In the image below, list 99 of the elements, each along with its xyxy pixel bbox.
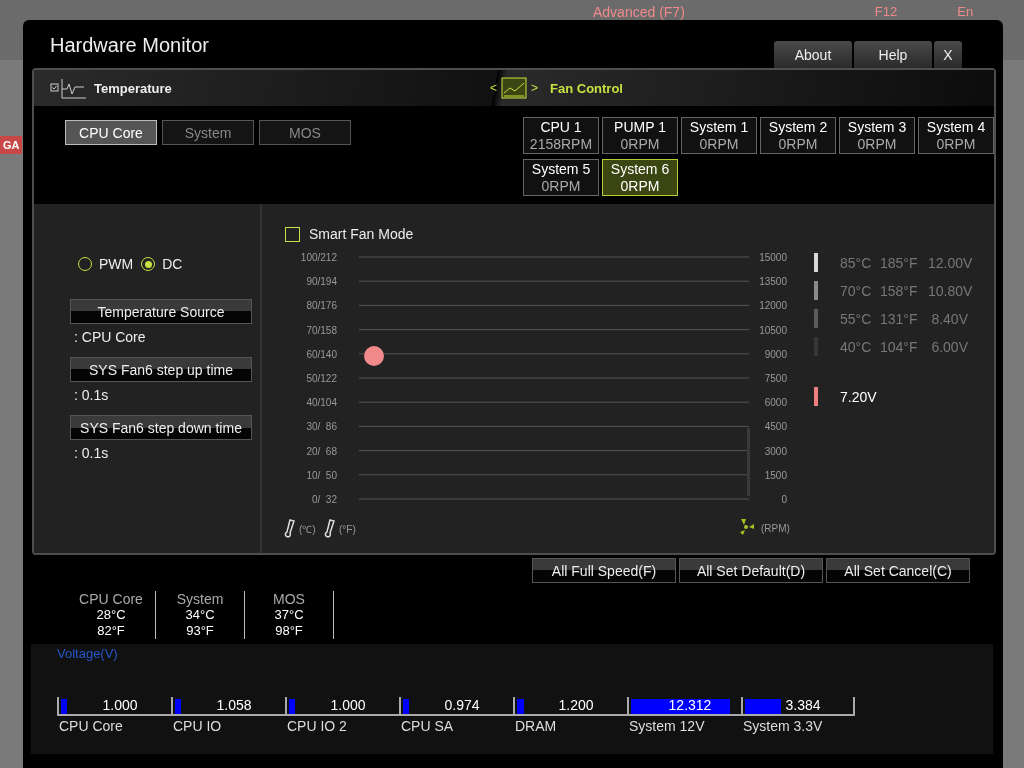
- setting-button[interactable]: Temperature Source: [70, 299, 252, 324]
- fan-curve-icon: [501, 77, 527, 99]
- temperature-tick: 80/176: [306, 300, 337, 312]
- side-tab[interactable]: GA: [0, 136, 22, 154]
- voltage-value: 1.000: [101, 697, 139, 713]
- previous-arrow[interactable]: <: [490, 81, 497, 95]
- temperature-graph-icon: [50, 77, 88, 99]
- voltage-value: 1.200: [557, 697, 595, 713]
- temperature-heading: Temperature: [94, 80, 172, 96]
- temperature-tick: 30/ 86: [306, 421, 337, 433]
- fan-button[interactable]: System 2 0RPM: [760, 117, 836, 154]
- rpm-unit: (RPM): [761, 523, 790, 534]
- setting-value: : 0.1s: [74, 445, 110, 462]
- fahrenheit-reading: 93°F: [186, 623, 214, 639]
- action-button[interactable]: All Full Speed(F): [532, 558, 676, 583]
- fan-button[interactable]: PUMP 1 0RPM: [602, 117, 678, 154]
- fan-button[interactable]: System 5 0RPM: [523, 159, 599, 196]
- rail-name: System 12V: [628, 718, 706, 734]
- window-tab[interactable]: X: [934, 41, 962, 68]
- voltage-value: 0.974: [443, 697, 481, 713]
- radio-label: PWM: [99, 256, 134, 272]
- fan-button[interactable]: System 4 0RPM: [918, 117, 994, 154]
- legend-fahrenheit: 185°F: [880, 254, 919, 271]
- celsius-reading: 28°C: [96, 607, 126, 623]
- rpm-tick: 6000: [764, 397, 787, 409]
- thermometer-icon: [284, 519, 295, 538]
- action-button[interactable]: All Set Default(D): [679, 558, 823, 583]
- rpm-tick: 0: [781, 494, 787, 505]
- rpm-tick: 4500: [764, 421, 787, 433]
- checkbox[interactable]: [285, 226, 300, 242]
- setting-button[interactable]: SYS Fan6 step down time: [70, 415, 252, 440]
- celsius-reading: 34°C: [185, 607, 215, 623]
- sensor-tab[interactable]: System: [162, 120, 254, 145]
- temperature-tick: 50/122: [306, 373, 337, 384]
- fan-icon: [740, 519, 754, 535]
- action-button[interactable]: All Set Cancel(C): [826, 558, 970, 583]
- sensor-name: System: [176, 591, 224, 607]
- legend-celsius: 70°C: [840, 282, 873, 299]
- celsius-unit: (℃): [299, 524, 316, 535]
- rpm-tick: 10500: [759, 324, 787, 336]
- setting-button[interactable]: SYS Fan6 step up time: [70, 357, 252, 382]
- rpm-tick: 1500: [764, 469, 787, 481]
- rail-name: CPU IO 2: [286, 718, 348, 734]
- temperature-tick: 20/ 68: [306, 445, 337, 457]
- temperature-tick: 10/ 50: [306, 469, 337, 481]
- fan-button[interactable]: System 1 0RPM: [681, 117, 757, 154]
- rail-name: CPU SA: [400, 718, 455, 734]
- fan-button[interactable]: System 3 0RPM: [839, 117, 915, 154]
- temperature-tick: 0/ 32: [311, 494, 337, 505]
- fan-control-heading: Fan Control: [550, 80, 623, 96]
- legend-celsius: 55°C: [840, 310, 873, 327]
- rpm-tick: 15000: [759, 252, 787, 263]
- radio-label: DC: [162, 256, 183, 272]
- window-tab[interactable]: Help: [854, 41, 932, 68]
- current-voltage: 7.20V: [840, 388, 877, 405]
- legend-fahrenheit: 131°F: [880, 310, 919, 327]
- voltage-value: 1.000: [329, 697, 367, 713]
- window-tab[interactable]: About: [774, 41, 852, 68]
- legend-celsius: 85°C: [840, 254, 873, 271]
- fahrenheit-reading: 82°F: [97, 623, 125, 639]
- celsius-reading: 37°C: [274, 607, 304, 623]
- voltage-value: 3.384: [784, 697, 822, 713]
- temperature-tick: 40/104: [306, 397, 337, 409]
- fan-button[interactable]: System 6 0RPM: [602, 159, 678, 196]
- rail-name: CPU IO: [172, 718, 223, 734]
- rail-name: DRAM: [514, 718, 558, 734]
- setting-value: : 0.1s: [74, 387, 110, 404]
- curve-point[interactable]: [364, 346, 384, 366]
- thermometer-icon: [324, 519, 335, 538]
- checkbox-label: Smart Fan Mode: [309, 226, 414, 242]
- rpm-tick: 3000: [764, 445, 787, 457]
- legend-fahrenheit: 104°F: [880, 338, 919, 355]
- voltage-value: 1.058: [215, 697, 253, 713]
- temperature-tick: 60/140: [306, 348, 337, 360]
- rail-name: System 3.3V: [742, 718, 824, 734]
- fan-button[interactable]: CPU 1 2158RPM: [523, 117, 599, 154]
- rail-name: CPU Core: [58, 718, 124, 734]
- setting-value: : CPU Core: [74, 329, 147, 346]
- temperature-tick: 70/158: [306, 324, 337, 336]
- sensor-tab[interactable]: CPU Core: [65, 120, 157, 145]
- window-title: Hardware Monitor: [49, 33, 210, 57]
- next-arrow[interactable]: >: [531, 81, 539, 95]
- legend-celsius: 40°C: [840, 338, 873, 355]
- sensor-name: CPU Core: [79, 591, 143, 607]
- rpm-tick: 12000: [759, 300, 787, 312]
- legend-voltage: 6.00V: [930, 338, 968, 355]
- voltage-value: 12.312: [667, 697, 713, 713]
- fahrenheit-unit: (°F): [339, 524, 356, 535]
- legend-voltage: 8.40V: [930, 310, 968, 327]
- legend-fahrenheit: 158°F: [880, 282, 919, 299]
- rpm-tick: 13500: [759, 276, 787, 288]
- temperature-tick: 90/194: [306, 276, 337, 288]
- sensor-name: MOS: [273, 591, 305, 607]
- sensor-tab[interactable]: MOS: [259, 120, 351, 145]
- fahrenheit-reading: 98°F: [275, 623, 303, 639]
- rpm-tick: 7500: [764, 373, 787, 384]
- rpm-tick: 9000: [764, 348, 787, 360]
- voltage-title: Voltage(V): [57, 646, 119, 661]
- temperature-tick: 100/212: [300, 252, 337, 263]
